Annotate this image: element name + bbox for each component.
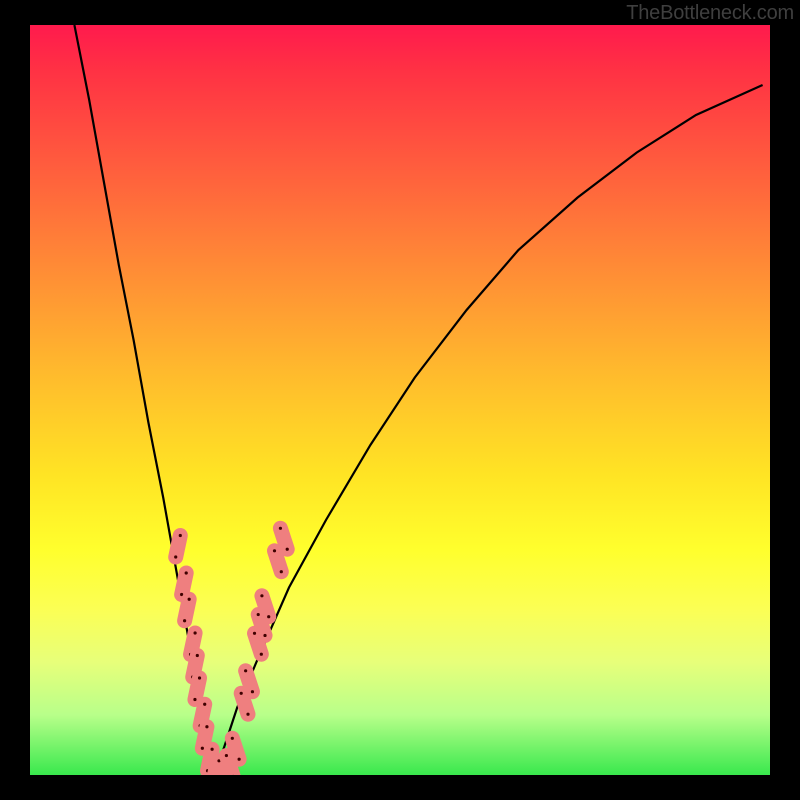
marker-dot: [279, 527, 282, 530]
marker-pill: [280, 528, 287, 549]
marker-pill: [246, 671, 253, 692]
marker-dot: [251, 690, 254, 693]
marker-dot: [263, 634, 266, 637]
marker-dot: [179, 534, 182, 537]
bottleneck-curve: [74, 25, 762, 775]
marker-dot: [205, 725, 208, 728]
marker-pill: [182, 573, 187, 595]
marker-dot: [183, 619, 186, 622]
marker-dot: [240, 692, 243, 695]
marker-dot: [280, 570, 283, 573]
marker-dot: [174, 555, 177, 558]
marker-dot: [203, 703, 206, 706]
marker-dot: [273, 549, 276, 552]
marker-dot: [260, 653, 263, 656]
chart-frame: TheBottleneck.com: [0, 0, 800, 800]
marker-dot: [267, 615, 270, 618]
marker-dot: [231, 737, 234, 740]
marker-dot: [260, 594, 263, 597]
marker-dot: [198, 676, 201, 679]
markers-right-branch: [217, 527, 288, 775]
marker-dot: [201, 747, 204, 750]
marker-pill: [262, 596, 269, 617]
marker-pill: [185, 599, 190, 621]
markers-left-branch: [174, 534, 219, 775]
marker-dot: [257, 613, 260, 616]
marker-dot: [253, 632, 256, 635]
marker-dot: [246, 713, 249, 716]
watermark-text: TheBottleneck.com: [626, 2, 794, 25]
marker-dot: [193, 698, 196, 701]
bottleneck-curve-svg: [30, 25, 770, 775]
marker-dot: [244, 669, 247, 672]
marker-pill: [275, 551, 282, 572]
marker-dot: [238, 758, 241, 761]
plot-area: [30, 25, 770, 775]
marker-pill: [195, 678, 200, 700]
marker-pill: [232, 738, 239, 759]
marker-dot: [196, 654, 199, 657]
marker-dot: [188, 598, 191, 601]
marker-pill: [176, 535, 181, 557]
marker-dot: [185, 571, 188, 574]
marker-dot: [211, 748, 214, 751]
marker-dot: [225, 754, 228, 757]
marker-dot: [193, 631, 196, 634]
marker-dot: [286, 548, 289, 551]
